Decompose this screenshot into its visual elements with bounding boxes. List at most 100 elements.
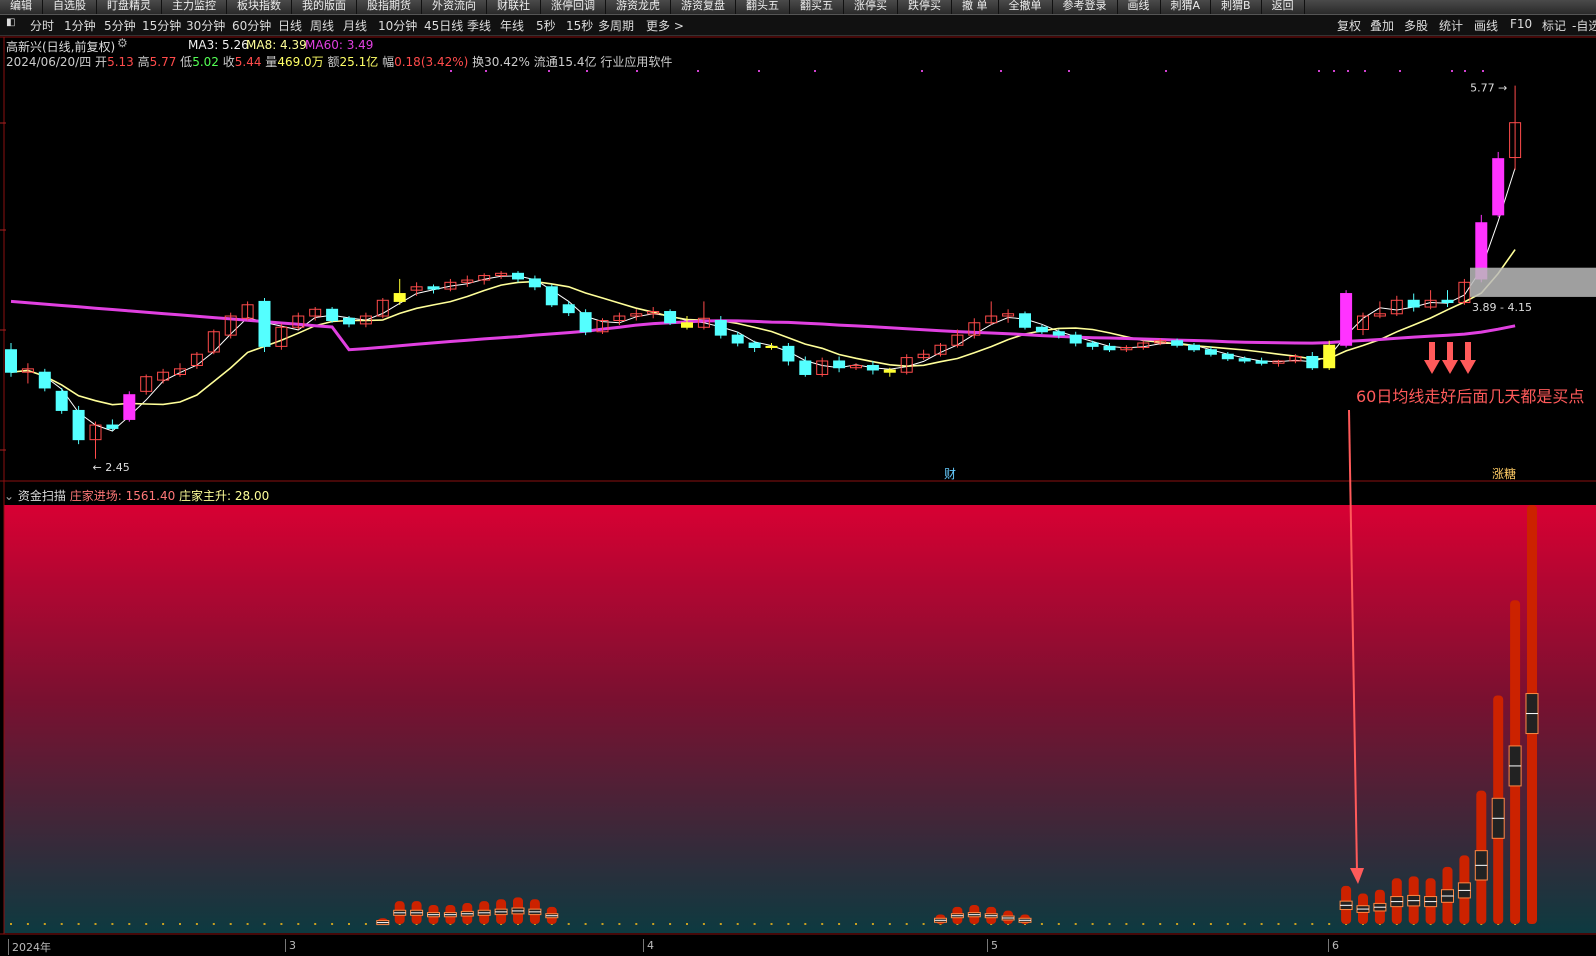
chart-tool-4[interactable]: 画线 bbox=[1474, 17, 1498, 34]
candle-body bbox=[343, 317, 355, 325]
period-tab-2[interactable]: 5分钟 bbox=[104, 17, 136, 34]
candle-51 bbox=[866, 360, 879, 375]
candle-4 bbox=[72, 405, 85, 445]
toolbar-item-14[interactable]: 涨停买 bbox=[844, 0, 898, 14]
candle-2 bbox=[38, 368, 51, 392]
baseline-dot-0 bbox=[10, 923, 12, 925]
period-tab-7[interactable]: 周线 bbox=[310, 17, 334, 34]
indicator-bar-core bbox=[1407, 894, 1421, 907]
period-tab-6[interactable]: 日线 bbox=[278, 17, 302, 34]
candle-body bbox=[1120, 346, 1133, 351]
period-tab-8[interactable]: 月线 bbox=[343, 17, 367, 34]
baseline-dot-29 bbox=[500, 923, 503, 925]
toolbar-item-22[interactable]: 返回 bbox=[1262, 0, 1305, 14]
indicator-bar-core bbox=[1339, 900, 1353, 911]
signal-dot-4 bbox=[636, 70, 638, 72]
toolbar-item-5[interactable]: 我的版面 bbox=[292, 0, 357, 14]
baseline-dot-40 bbox=[686, 923, 688, 925]
period-tab-14[interactable]: 15秒 bbox=[566, 17, 593, 34]
candle-5 bbox=[89, 421, 102, 459]
period-tab-4[interactable]: 30分钟 bbox=[186, 17, 225, 34]
toolbar-item-0[interactable]: 编辑 bbox=[0, 0, 43, 14]
indicator-bar-88 bbox=[1491, 695, 1505, 924]
toolbar-item-1[interactable]: 自选股 bbox=[43, 0, 97, 14]
period-tab-11[interactable]: 季线 bbox=[467, 17, 491, 34]
top-toolbar: 编辑 自选股 盯盘精灵 主力监控 板块指数 我的版面 股指期货 外资流向 财联社 涨停回调 游资龙虎… bbox=[0, 0, 1596, 15]
indicator-bar-83 bbox=[1407, 876, 1421, 924]
toolbar-item-13[interactable]: 翻买五 bbox=[790, 0, 844, 14]
period-tab-1[interactable]: 1分钟 bbox=[64, 17, 96, 34]
indicator-bar-body bbox=[1476, 790, 1487, 924]
baseline-dot-76 bbox=[1294, 923, 1297, 925]
candle-body bbox=[478, 275, 491, 281]
indicator-bar-79 bbox=[1339, 885, 1353, 924]
toolbar-item-8[interactable]: 财联社 bbox=[487, 0, 541, 14]
period-tab-10[interactable]: 45日线 bbox=[424, 17, 463, 34]
baseline-dot-79 bbox=[1345, 923, 1348, 925]
chart-tool-3[interactable]: 统计 bbox=[1439, 17, 1463, 34]
toolbar-item-2[interactable]: 盯盘精灵 bbox=[97, 0, 162, 14]
candle-body bbox=[917, 353, 930, 359]
candle-72 bbox=[1221, 351, 1234, 361]
baseline-dot-36 bbox=[618, 923, 621, 925]
indicator-bar-core bbox=[934, 917, 947, 923]
toolbar-item-17[interactable]: 全撤单 bbox=[999, 0, 1053, 14]
candle-body bbox=[782, 345, 795, 362]
indicator-bar-body bbox=[479, 901, 490, 924]
indicator-collapse-icon[interactable]: ⌄ bbox=[4, 489, 14, 503]
quote-float: 15.4亿 bbox=[557, 55, 597, 69]
toolbar-item-11[interactable]: 游资复盘 bbox=[671, 0, 736, 14]
toolbar-item-12[interactable]: 翻头五 bbox=[736, 0, 790, 14]
high-price-label: 5.77 → bbox=[1470, 82, 1507, 95]
signal-dot-14 bbox=[1347, 70, 1349, 72]
candle-body bbox=[1188, 344, 1200, 351]
settings-gear-icon[interactable]: ⚙ bbox=[117, 36, 128, 50]
toolbar-item-6[interactable]: 股指期货 bbox=[357, 0, 422, 14]
period-tab-3[interactable]: 15分钟 bbox=[142, 17, 181, 34]
baseline-dot-3 bbox=[60, 923, 63, 925]
toolbar-item-20[interactable]: 刺猬A bbox=[1161, 0, 1212, 14]
indicator-bar-core bbox=[427, 912, 440, 918]
signal-dot-12 bbox=[1318, 70, 1320, 72]
toolbar-item-10[interactable]: 游资龙虎 bbox=[606, 0, 671, 14]
period-tab-12[interactable]: 年线 bbox=[500, 17, 524, 34]
chart-tool-7[interactable]: -自选 bbox=[1572, 17, 1596, 34]
baseline-dot-72 bbox=[1226, 923, 1229, 925]
indicator-bar-body bbox=[1358, 893, 1368, 924]
baseline-dot-4 bbox=[77, 923, 80, 925]
period-tab-15[interactable]: 多周期 bbox=[598, 17, 634, 34]
toolbar-item-9[interactable]: 涨停回调 bbox=[541, 0, 606, 14]
period-tab-5[interactable]: 60分钟 bbox=[232, 17, 271, 34]
candle-body bbox=[714, 320, 727, 336]
toolbar-item-19[interactable]: 画线 bbox=[1118, 0, 1161, 14]
period-tab-13[interactable]: 5秒 bbox=[536, 17, 556, 34]
date-axis: 2024年 3 4 5 6 bbox=[0, 936, 1596, 956]
indicator-bar-body bbox=[496, 899, 507, 924]
window-menu-icon[interactable]: ◧ bbox=[6, 17, 15, 28]
period-tab-0[interactable]: 分时 bbox=[30, 17, 54, 34]
period-tab-16[interactable]: 更多 > bbox=[646, 17, 684, 34]
signal-dot-13 bbox=[1333, 70, 1335, 72]
indicator-bar-32 bbox=[545, 906, 559, 924]
indicator-bar-60 bbox=[1018, 914, 1032, 924]
ma60-label: MA60: 3.49 bbox=[305, 38, 374, 52]
chart-tool-2[interactable]: 多股 bbox=[1404, 17, 1428, 34]
candle-59 bbox=[1002, 309, 1015, 323]
candle-74 bbox=[1255, 357, 1268, 366]
indicator-bar-core bbox=[443, 912, 457, 918]
toolbar-item-18[interactable]: 参考登录 bbox=[1053, 0, 1118, 14]
toolbar-item-21[interactable]: 刺猬B bbox=[1211, 0, 1262, 14]
candle-68 bbox=[1154, 338, 1167, 346]
toolbar-item-7[interactable]: 外资流向 bbox=[422, 0, 487, 14]
chart-tool-1[interactable]: 叠加 bbox=[1370, 17, 1394, 34]
candle-body bbox=[427, 286, 440, 290]
chart-tool-5[interactable]: F10 bbox=[1510, 17, 1532, 31]
toolbar-item-4[interactable]: 板块指数 bbox=[227, 0, 292, 14]
toolbar-item-3[interactable]: 主力监控 bbox=[162, 0, 227, 14]
baseline-dot-18 bbox=[314, 923, 317, 925]
chart-tool-6[interactable]: 标记 bbox=[1542, 17, 1566, 34]
chart-tool-0[interactable]: 复权 bbox=[1337, 17, 1361, 34]
period-tab-9[interactable]: 10分钟 bbox=[378, 17, 417, 34]
toolbar-item-16[interactable]: 撤 单 bbox=[952, 0, 999, 14]
toolbar-item-15[interactable]: 跌停买 bbox=[898, 0, 952, 14]
